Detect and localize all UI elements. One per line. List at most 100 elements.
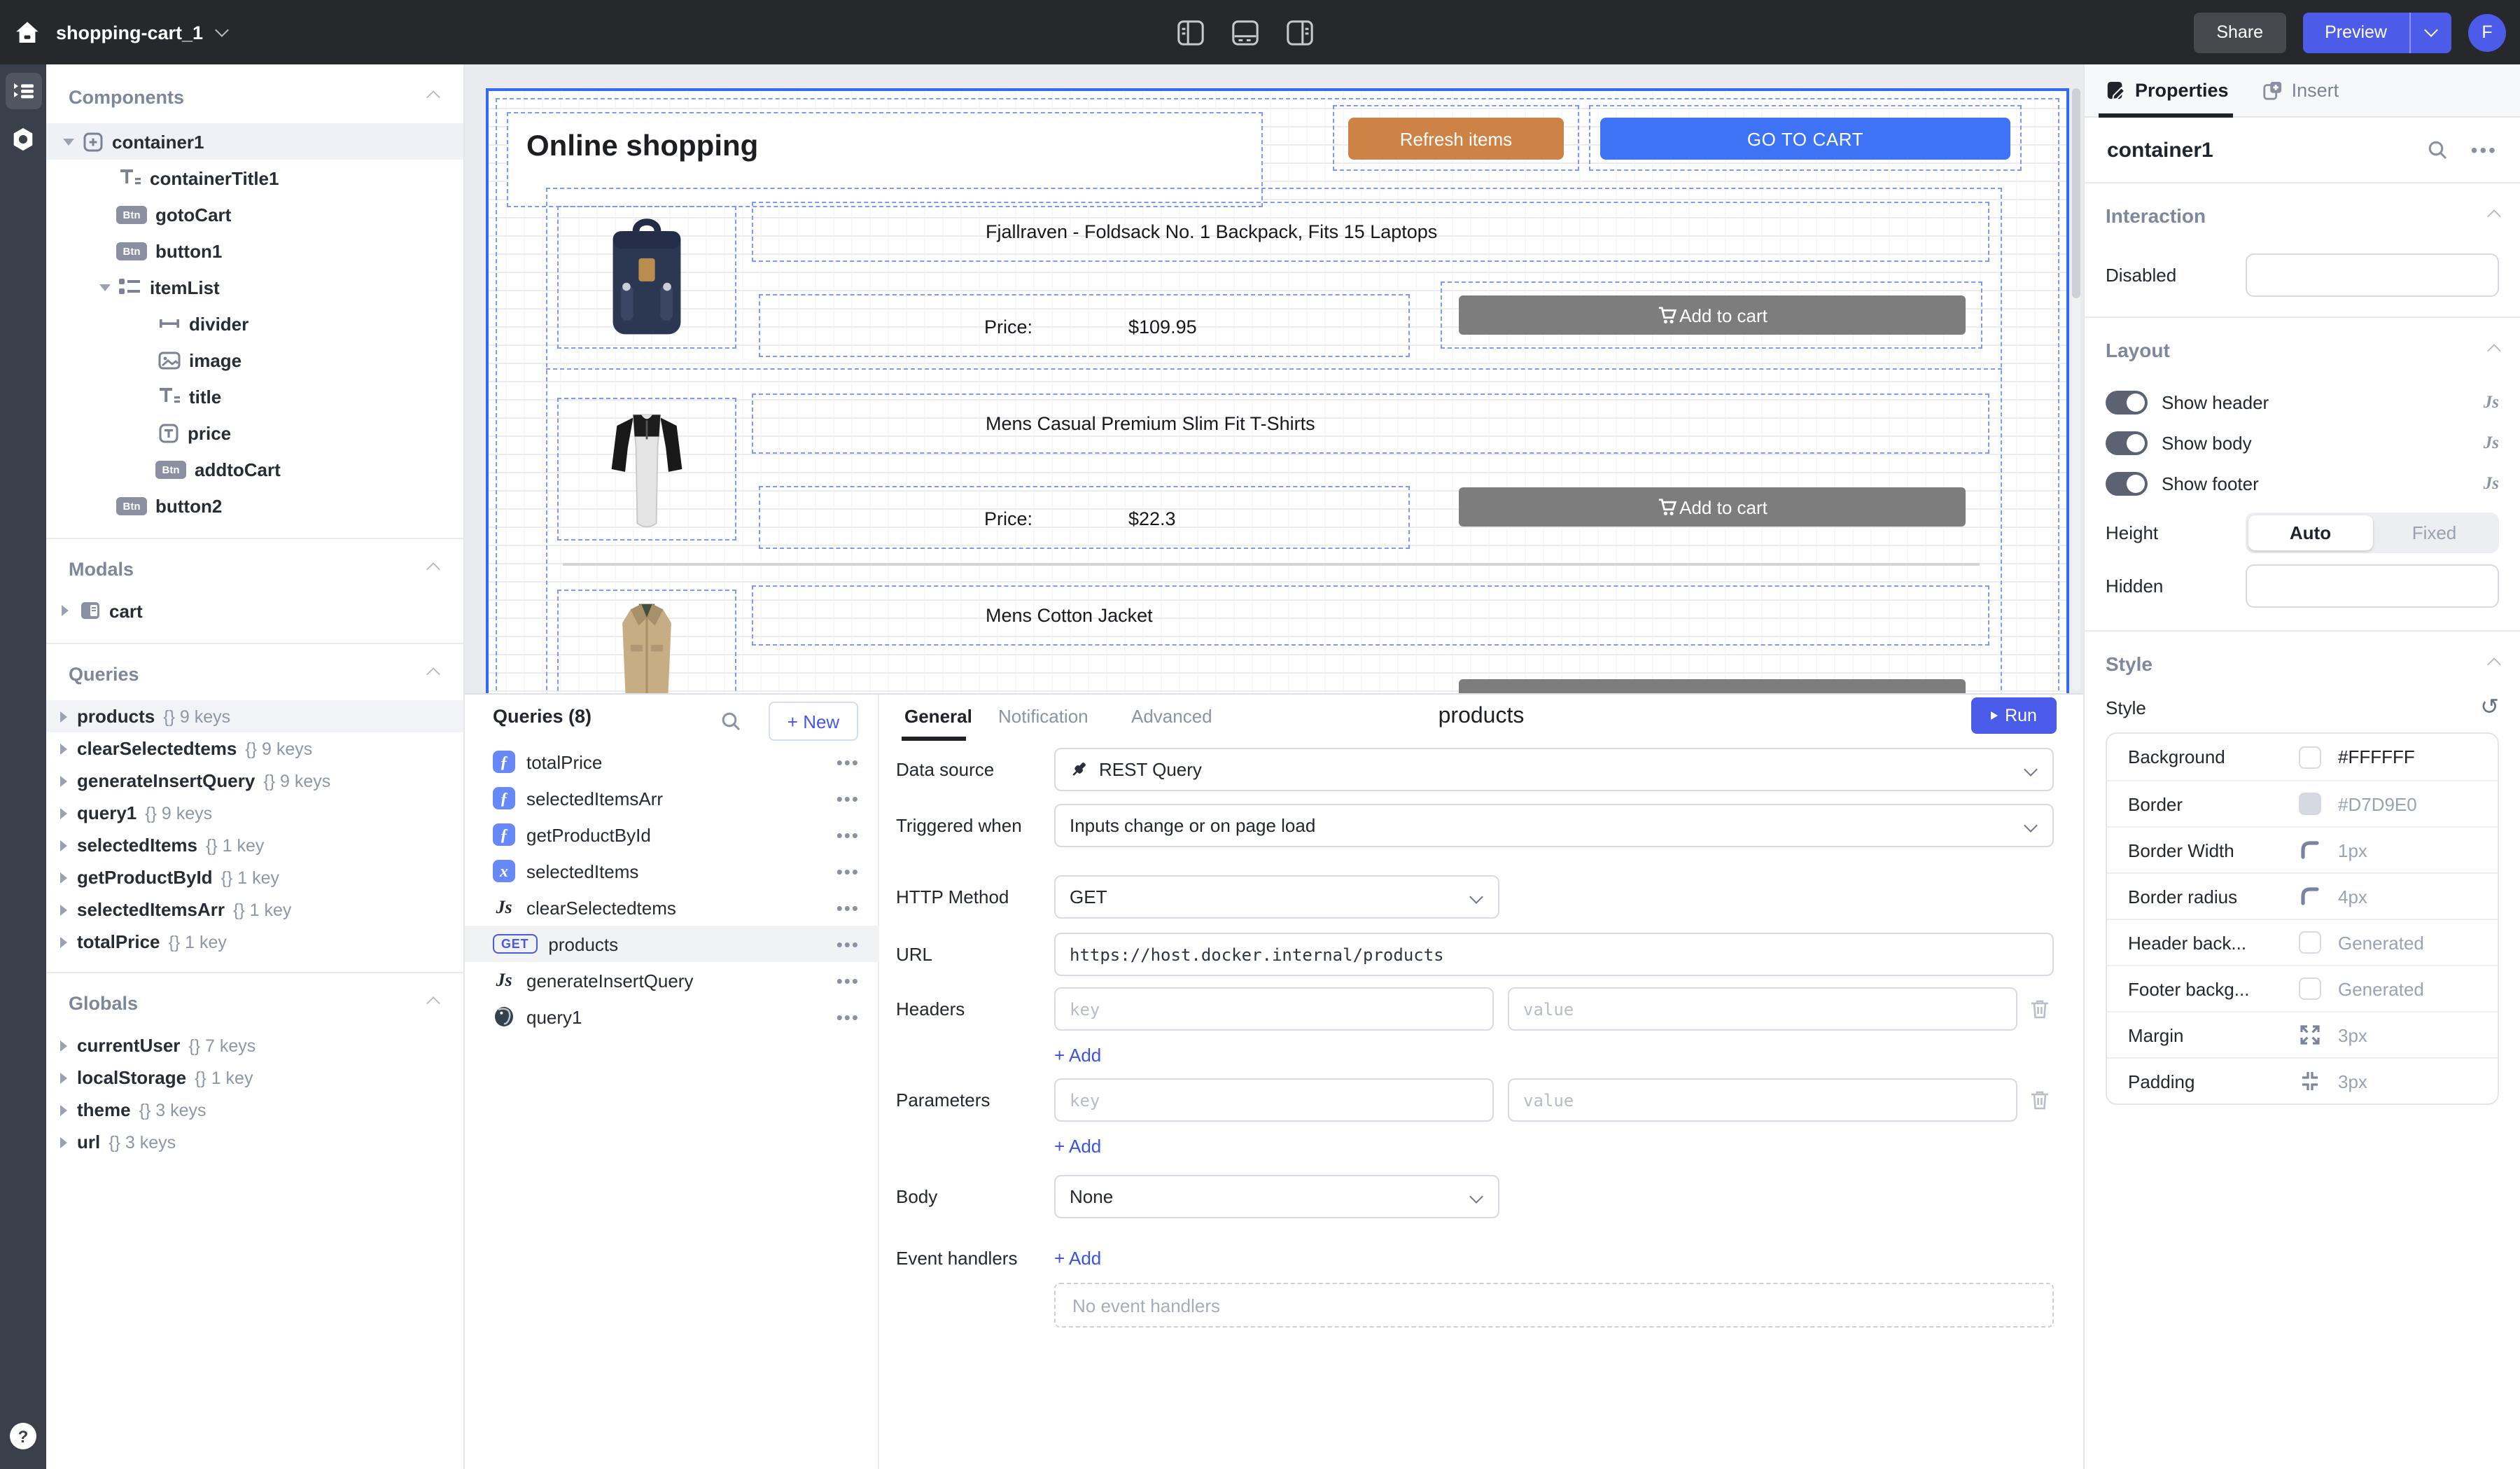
toggle-right-panel-icon[interactable] xyxy=(1285,18,1315,47)
header-background-swatch[interactable] xyxy=(2299,931,2321,954)
help-icon[interactable]: ? xyxy=(10,1423,36,1449)
tab-properties[interactable]: Properties xyxy=(2106,80,2229,101)
divider-widget[interactable] xyxy=(563,563,1980,566)
layout-header[interactable]: Layout xyxy=(2106,332,2499,368)
entity-explorer-icon[interactable] xyxy=(6,73,42,109)
height-auto-option[interactable]: Auto xyxy=(2248,515,2372,550)
caret-right-icon[interactable] xyxy=(60,807,67,819)
add-header-link[interactable]: + Add xyxy=(1054,1045,1101,1066)
sidebar-query-clearSelectedtems[interactable]: clearSelectedtems {} 9 keys xyxy=(46,732,463,765)
query-item-selectedItemsArr[interactable]: ƒ selectedItemsArr••• xyxy=(465,780,879,816)
kebab-menu-icon[interactable]: ••• xyxy=(836,751,860,772)
kebab-menu-icon[interactable]: ••• xyxy=(836,824,860,845)
tab-insert[interactable]: Insert xyxy=(2262,80,2339,101)
http-method-select[interactable]: GET xyxy=(1054,875,1499,919)
show-body-toggle[interactable] xyxy=(2106,431,2148,455)
caret-right-icon[interactable] xyxy=(60,711,67,722)
kebab-menu-icon[interactable]: ••• xyxy=(836,1006,860,1027)
sidebar-global-url[interactable]: url {} 3 keys xyxy=(46,1126,463,1158)
body-select[interactable]: None xyxy=(1054,1175,1499,1218)
caret-right-icon[interactable] xyxy=(60,1136,67,1148)
product-title-widget[interactable]: Mens Cotton Jacket xyxy=(752,585,1989,646)
style-row-margin[interactable]: Margin 3px xyxy=(2107,1011,2498,1057)
globals-collapse-icon[interactable] xyxy=(426,996,440,1010)
property-search-icon[interactable] xyxy=(2426,139,2449,161)
caret-right-icon[interactable] xyxy=(60,872,67,883)
reset-style-icon[interactable]: ↺ xyxy=(2480,693,2499,721)
tree-item-button1[interactable]: Btn button1 xyxy=(46,232,463,269)
height-fixed-option[interactable]: Fixed xyxy=(2372,515,2496,550)
tree-item-containerTitle1[interactable]: containerTitle1 xyxy=(46,160,463,196)
sidebar-query-selectedItems[interactable]: selectedItems {} 1 key xyxy=(46,829,463,861)
add-to-cart-button[interactable]: Add to cart xyxy=(1459,295,1966,335)
canvas-scrollbar[interactable] xyxy=(2072,88,2080,690)
style-row-border-width[interactable]: Border Width 1px xyxy=(2107,826,2498,872)
sidebar-query-totalPrice[interactable]: totalPrice {} 1 key xyxy=(46,926,463,958)
style-row-header-background[interactable]: Header back... Generated xyxy=(2107,919,2498,965)
delete-parameter-trash-icon[interactable] xyxy=(2030,1089,2050,1111)
js-toggle-icon[interactable]: Js xyxy=(2484,433,2499,454)
kebab-menu-icon[interactable]: ••• xyxy=(836,861,860,882)
app-name[interactable]: shopping-cart_1 xyxy=(56,22,203,43)
show-footer-toggle[interactable] xyxy=(2106,472,2148,496)
caret-right-icon[interactable] xyxy=(60,904,67,915)
share-button[interactable]: Share xyxy=(2194,12,2286,53)
style-row-padding[interactable]: Padding 3px xyxy=(2107,1057,2498,1104)
show-header-toggle[interactable] xyxy=(2106,391,2148,415)
style-header[interactable]: Style xyxy=(2106,646,2499,682)
sidebar-query-selectedItemsArr[interactable]: selectedItemsArr {} 1 key xyxy=(46,893,463,926)
header-key-input[interactable]: key xyxy=(1054,987,1494,1031)
sidebar-query-generateInsertQuery[interactable]: generateInsertQuery {} 9 keys xyxy=(46,765,463,797)
globals-section-header[interactable]: Globals xyxy=(46,987,463,1018)
sidebar-global-currentUser[interactable]: currentUser {} 7 keys xyxy=(46,1029,463,1061)
sidebar-global-theme[interactable]: theme {} 3 keys xyxy=(46,1094,463,1126)
tree-item-divider[interactable]: divider xyxy=(46,305,463,342)
tree-item-price[interactable]: price xyxy=(46,415,463,451)
caret-right-icon[interactable] xyxy=(60,936,67,947)
run-button[interactable]: Run xyxy=(1971,697,2057,734)
query-item-generateInsertQuery[interactable]: Js generateInsertQuery••• xyxy=(465,962,879,998)
tree-item-cart-modal[interactable]: cart xyxy=(46,592,463,629)
product-price-widget[interactable]: Price: $109.95 xyxy=(759,294,1410,357)
query-item-clearSelectedtems[interactable]: Js clearSelectedtems••• xyxy=(465,889,879,926)
go-to-cart-button[interactable]: GO TO CART xyxy=(1600,118,2010,160)
style-row-footer-background[interactable]: Footer backg... Generated xyxy=(2107,965,2498,1011)
js-toggle-icon[interactable]: Js xyxy=(2484,473,2499,494)
kebab-menu-icon[interactable]: ••• xyxy=(836,933,860,954)
product-title-widget[interactable]: Mens Casual Premium Slim Fit T-Shirts xyxy=(752,394,1989,454)
product-image[interactable] xyxy=(557,206,736,349)
sidebar-global-localStorage[interactable]: localStorage {} 1 key xyxy=(46,1061,463,1094)
components-section-header[interactable]: Components xyxy=(46,81,463,112)
query-search-icon[interactable] xyxy=(720,710,742,732)
avatar[interactable]: F xyxy=(2468,13,2506,51)
footer-background-swatch[interactable] xyxy=(2299,977,2321,1000)
style-row-border-radius[interactable]: Border radius 4px xyxy=(2107,872,2498,919)
caret-right-icon[interactable] xyxy=(60,1072,67,1083)
collapse-icon[interactable] xyxy=(2487,209,2501,223)
tree-item-button2[interactable]: Btn button2 xyxy=(46,487,463,524)
caret-down-icon[interactable] xyxy=(99,284,111,291)
caret-right-icon[interactable] xyxy=(60,775,67,786)
kebab-menu-icon[interactable]: ••• xyxy=(836,897,860,918)
background-color-swatch[interactable] xyxy=(2299,746,2321,768)
parameter-key-input[interactable]: key xyxy=(1054,1078,1494,1122)
js-toggle-icon[interactable]: Js xyxy=(2484,392,2499,413)
tree-item-title[interactable]: title xyxy=(46,378,463,415)
toggle-left-panel-icon[interactable] xyxy=(1176,18,1205,47)
tree-item-image[interactable]: image xyxy=(46,342,463,378)
parameter-value-input[interactable]: value xyxy=(1508,1078,2017,1122)
toggle-bottom-panel-icon[interactable] xyxy=(1231,18,1260,47)
delete-header-trash-icon[interactable] xyxy=(2030,998,2050,1019)
sidebar-query-query1[interactable]: query1 {} 9 keys xyxy=(46,797,463,829)
caret-right-icon[interactable] xyxy=(60,1104,67,1115)
query-item-products-selected[interactable]: GET products••• xyxy=(465,926,879,962)
add-parameter-link[interactable]: + Add xyxy=(1054,1136,1101,1157)
hidden-input[interactable] xyxy=(2246,564,2499,608)
product-price-widget[interactable]: Price: $22.3 xyxy=(759,486,1410,549)
queries-collapse-icon[interactable] xyxy=(426,667,440,681)
preview-button[interactable]: Preview xyxy=(2302,12,2451,53)
url-input[interactable]: https://host.docker.internal/products xyxy=(1054,933,2054,976)
caret-down-icon[interactable] xyxy=(63,138,74,145)
collapse-icon[interactable] xyxy=(2487,657,2501,671)
style-row-border[interactable]: Border #D7D9E0 xyxy=(2107,780,2498,826)
